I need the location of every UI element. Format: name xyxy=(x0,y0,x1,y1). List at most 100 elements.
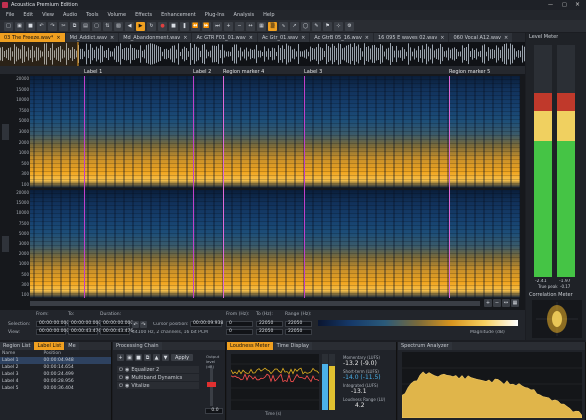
menu-effects[interactable]: Effects xyxy=(135,12,152,18)
output-level-slider[interactable] xyxy=(207,368,216,406)
copy-chain-icon[interactable]: ⧉ xyxy=(144,354,151,361)
marker-label-1[interactable]: Label 1 xyxy=(84,69,102,75)
output-level-field[interactable]: 0.0 xyxy=(205,408,223,414)
zoom-in-icon[interactable]: + xyxy=(224,21,233,31)
move-down-icon[interactable]: ▼ xyxy=(162,354,169,361)
table-row[interactable]: Label 4 00:00:28.956 xyxy=(0,378,111,385)
table-row[interactable]: Label 5 00:00:36.404 xyxy=(0,385,111,392)
zoom-all-h-icon[interactable]: ▦ xyxy=(511,299,519,307)
cursor-position-field[interactable]: 00:00:09.938 xyxy=(190,321,223,327)
table-row[interactable]: Label 3 00:00:24.499 xyxy=(0,371,111,378)
play-icon[interactable]: ▶ xyxy=(136,21,145,31)
horizontal-scrollbar[interactable] xyxy=(30,301,480,306)
selection-duration-field[interactable]: 00:00:00.000 xyxy=(100,321,133,327)
marker-line-4[interactable] xyxy=(304,76,305,298)
marker-label-4[interactable]: Label 3 xyxy=(304,69,322,75)
close-tab-icon[interactable]: × xyxy=(301,35,305,41)
channel-left-toggle[interactable] xyxy=(2,124,9,140)
new-file-icon[interactable]: □ xyxy=(4,21,13,31)
menu-analysis[interactable]: Analysis xyxy=(234,12,255,18)
close-tab-icon[interactable]: × xyxy=(249,35,253,41)
marker-line-5[interactable] xyxy=(449,76,450,298)
cut-icon[interactable]: ✂ xyxy=(59,21,68,31)
close-icon[interactable]: × xyxy=(575,1,585,9)
view-from-field[interactable]: 00:00:00.000 xyxy=(36,329,69,335)
record-icon[interactable]: ● xyxy=(158,21,167,31)
stop-icon[interactable]: ■ xyxy=(169,21,178,31)
menu-tools[interactable]: Tools xyxy=(86,12,98,18)
paste-icon[interactable]: ▤ xyxy=(81,21,90,31)
effect-item-3[interactable]: ⏻ ◉ Vitalize xyxy=(117,382,199,389)
range-hz-field[interactable]: 22050 xyxy=(285,321,312,327)
menu-help[interactable]: Help xyxy=(263,12,274,18)
marker-line-1[interactable] xyxy=(84,76,85,298)
spectrogram-channel-left[interactable] xyxy=(30,76,520,188)
power-icon[interactable]: ⏻ xyxy=(119,375,123,381)
menu-edit[interactable]: Edit xyxy=(23,12,33,18)
headphones-icon[interactable]: ◉ xyxy=(125,367,129,373)
apply-button[interactable]: Apply xyxy=(171,354,193,361)
table-row[interactable]: Label 1 00:00:04.948 xyxy=(0,357,111,364)
marker-label-2[interactable]: Label 2 xyxy=(193,69,211,75)
marker-line-2[interactable] xyxy=(193,76,194,298)
zoom-selection-icon[interactable]: ▦ xyxy=(257,21,266,31)
tab-file-1[interactable]: 03 The Freeze.wav* × xyxy=(0,33,65,42)
maximize-icon[interactable]: □ xyxy=(562,2,572,8)
select-tool-icon[interactable]: ↗ xyxy=(290,21,299,31)
crop-icon[interactable]: ▢ xyxy=(92,21,101,31)
spectrogram-view-icon[interactable]: ▒ xyxy=(268,21,277,31)
undo-selection-icon[interactable]: ↶ xyxy=(132,321,139,328)
menu-view[interactable]: View xyxy=(42,12,54,18)
marker-label-3[interactable]: Region marker 4 xyxy=(223,69,264,75)
return-to-start-icon[interactable]: ◀ xyxy=(125,21,134,31)
output-level-thumb[interactable] xyxy=(207,382,216,387)
marker-line-3[interactable] xyxy=(223,76,224,298)
close-tab-icon[interactable]: × xyxy=(110,35,114,41)
tab-loudness-meter[interactable]: Loudness Meter xyxy=(227,342,273,350)
view-to-hz-field[interactable]: 22050 xyxy=(256,329,283,335)
zoom-out-h-icon[interactable]: − xyxy=(493,299,501,307)
view-to-field[interactable]: 00:00:43.476 xyxy=(68,329,101,335)
effect-item-2[interactable]: ⏻ ◉ Multiband Dynamics xyxy=(117,374,199,381)
tab-file-5[interactable]: Ac Gtr_01.wav × xyxy=(257,33,310,42)
skip-end-icon[interactable]: ⏭ xyxy=(213,21,222,31)
redo-icon[interactable]: ↷ xyxy=(48,21,57,31)
tab-region-list[interactable]: Region List xyxy=(0,342,34,350)
mix-icon[interactable]: ⇅ xyxy=(103,21,112,31)
minimize-icon[interactable]: — xyxy=(548,2,558,8)
menu-enhancement[interactable]: Enhancement xyxy=(161,12,196,18)
close-tab-icon[interactable]: × xyxy=(365,35,369,41)
lasso-tool-icon[interactable]: ◯ xyxy=(301,21,310,31)
rewind-icon[interactable]: ⏪ xyxy=(191,21,200,31)
tab-file-4[interactable]: Ac GTR F01_01.wav × xyxy=(192,33,257,42)
power-icon[interactable]: ⏻ xyxy=(119,367,123,373)
loop-icon[interactable]: ↻ xyxy=(147,21,156,31)
menu-plugins[interactable]: Plug-Ins xyxy=(205,12,225,18)
headphones-icon[interactable]: ◉ xyxy=(125,383,129,389)
open-chain-icon[interactable]: ▣ xyxy=(126,354,133,361)
view-duration-field[interactable]: 00:00:43.476 xyxy=(100,329,133,335)
table-row[interactable]: Label 2 00:00:14.654 xyxy=(0,364,111,371)
close-tab-icon[interactable]: × xyxy=(183,35,187,41)
zoom-fit-icon[interactable]: ↔ xyxy=(246,21,255,31)
close-tab-icon[interactable]: × xyxy=(504,35,508,41)
power-icon[interactable]: ⏻ xyxy=(119,383,123,389)
menu-volume[interactable]: Volume xyxy=(107,12,126,18)
tab-file-3[interactable]: Md_Abandonment.wav × xyxy=(119,33,192,42)
tab-time-display[interactable]: Time Display xyxy=(273,342,312,350)
zoom-out-icon[interactable]: − xyxy=(235,21,244,31)
menu-audio[interactable]: Audio xyxy=(63,12,77,18)
tab-file-2[interactable]: Md_Addict.wav × xyxy=(65,33,119,42)
trim-icon[interactable]: ▧ xyxy=(114,21,123,31)
waveform-view-icon[interactable]: ∿ xyxy=(279,21,288,31)
channel-right-toggle[interactable] xyxy=(2,236,9,252)
spectrogram-channel-right[interactable] xyxy=(30,190,520,298)
save-icon[interactable]: ■ xyxy=(26,21,35,31)
headphones-icon[interactable]: ◉ xyxy=(125,375,129,381)
column-position[interactable]: Position xyxy=(41,350,111,357)
tab-file-6[interactable]: Ac GtrB 05_16.wav × xyxy=(310,33,373,42)
marker-tool-icon[interactable]: ⚑ xyxy=(323,21,332,31)
tab-label-list[interactable]: Label List xyxy=(34,342,65,350)
tab-file-7[interactable]: 16 095 E waves 02.wav × xyxy=(374,33,449,42)
open-folder-icon[interactable]: ▣ xyxy=(15,21,24,31)
